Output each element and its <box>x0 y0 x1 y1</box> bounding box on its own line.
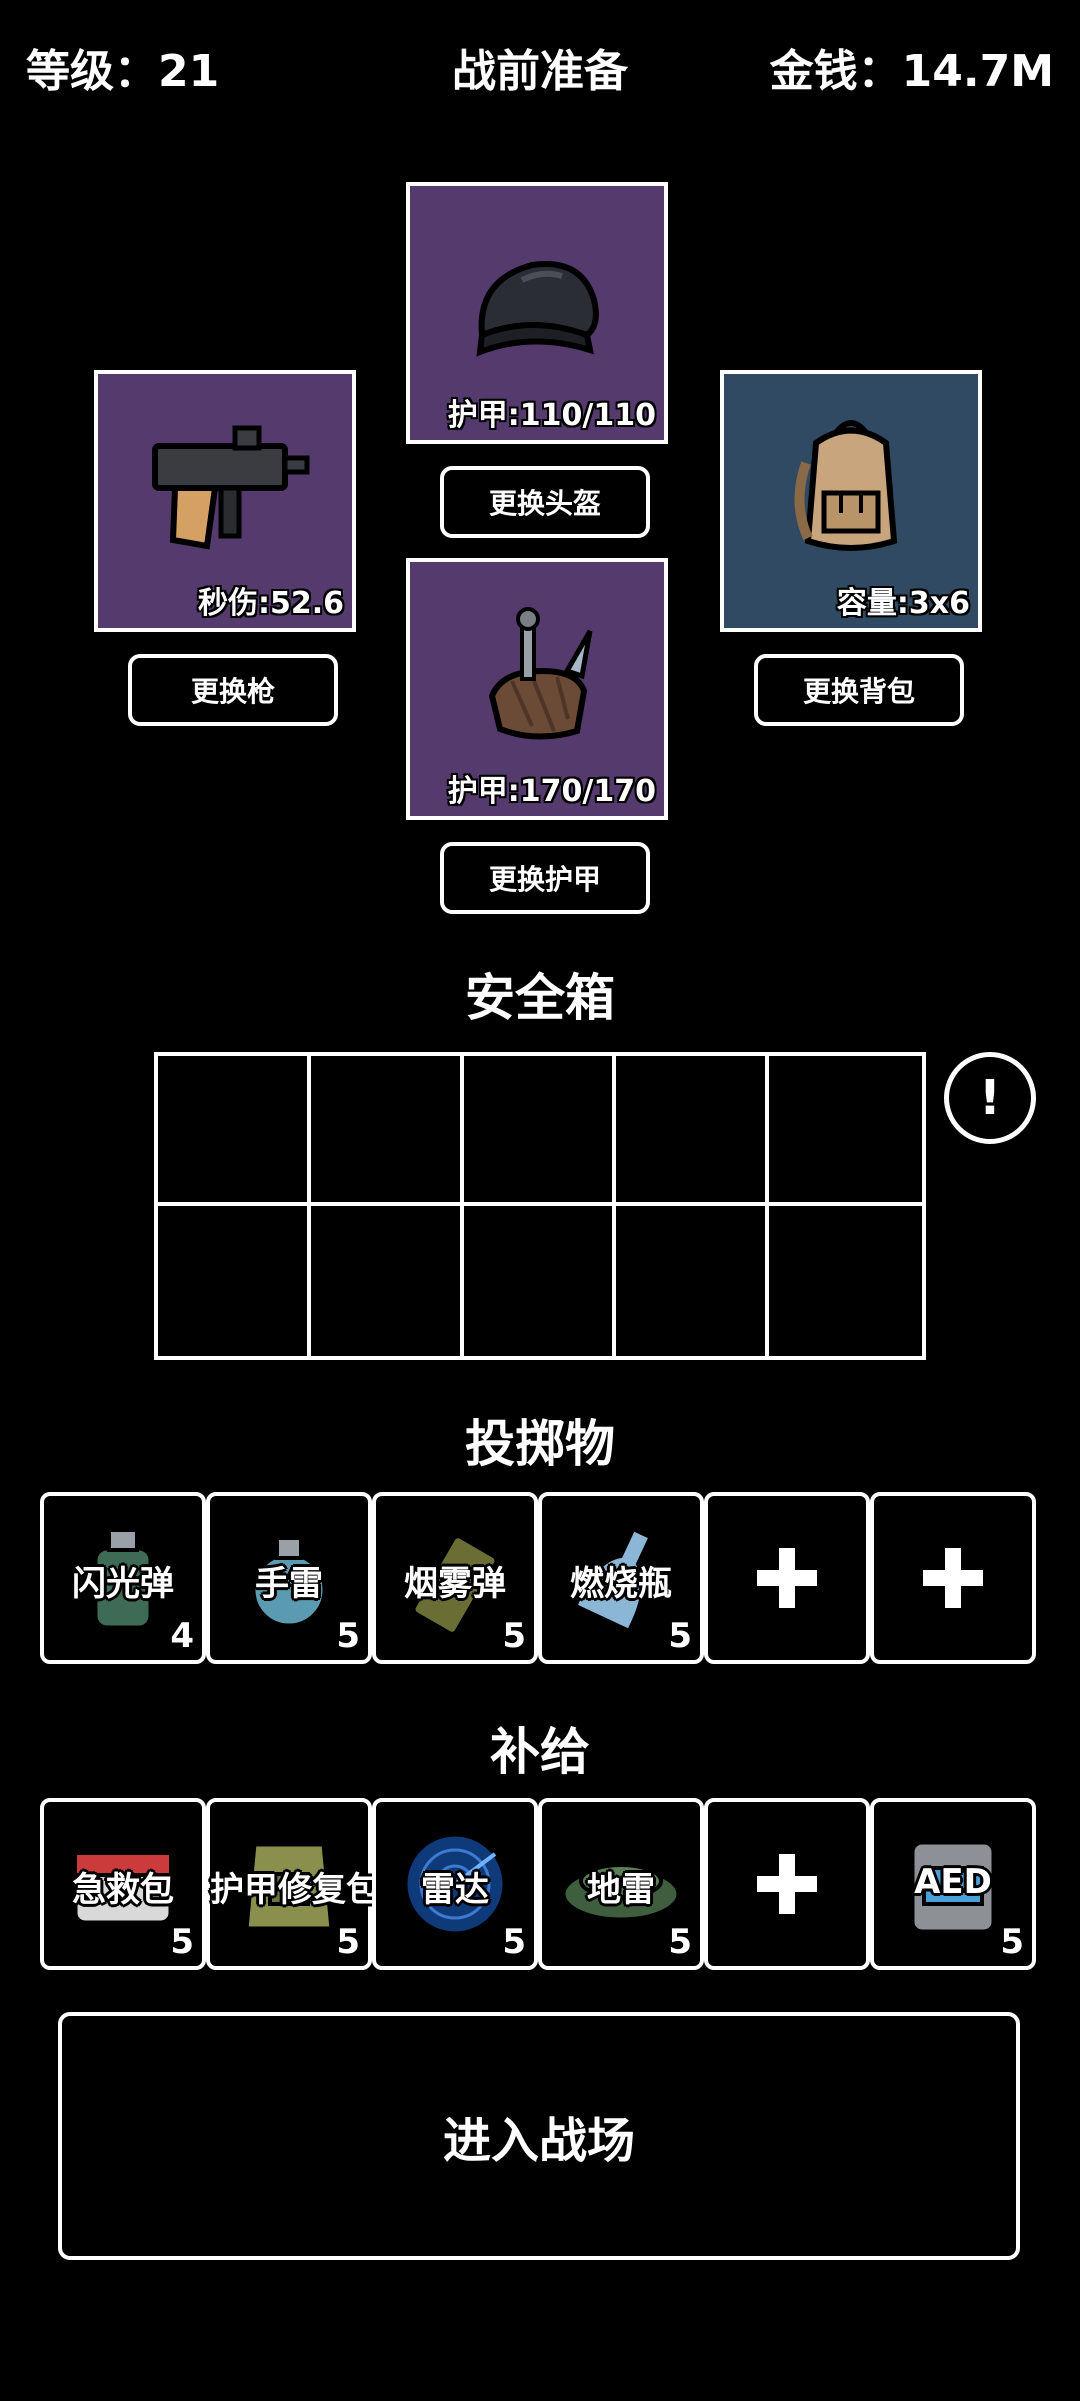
backpack-capacity-stat: 容量:3x6 <box>836 586 970 621</box>
armor-slot[interactable]: 护甲:170/170 <box>406 558 668 820</box>
item-count: 5 <box>1000 1922 1024 1962</box>
vest-armor-icon <box>488 607 593 740</box>
money-label: 金钱：14.7M <box>769 46 1054 97</box>
item-count: 5 <box>502 1616 526 1656</box>
enter-battlefield-button[interactable]: 进入战场 <box>58 2012 1020 2260</box>
safe-box-cell[interactable] <box>311 1206 464 1356</box>
throwable-slot-empty[interactable] <box>870 1492 1036 1664</box>
item-count: 5 <box>668 1616 692 1656</box>
item-name: 闪光弹 <box>72 1564 174 1604</box>
supply-slot-empty[interactable] <box>704 1798 870 1970</box>
add-icon <box>757 1854 817 1914</box>
gun-slot[interactable]: 秒伤:52.6 <box>94 370 356 632</box>
supply-slot-armor-repair[interactable]: 护甲修复包 5 <box>206 1798 380 1970</box>
throwable-slot-molotov[interactable]: 燃烧瓶 5 <box>538 1492 704 1664</box>
item-count: 5 <box>336 1922 360 1962</box>
item-count: 5 <box>336 1616 360 1656</box>
throwables-title: 投掷物 <box>465 1415 615 1473</box>
backpack-icon <box>794 420 898 552</box>
helmet-armor-stat: 护甲:110/110 <box>447 398 656 433</box>
safe-box-cell[interactable] <box>769 1056 922 1206</box>
safe-box-cell[interactable] <box>158 1056 311 1206</box>
beanie-hat-icon <box>476 261 599 357</box>
backpack-slot[interactable]: 容量:3x6 <box>720 370 982 632</box>
item-count: 4 <box>170 1616 194 1656</box>
item-count: 5 <box>502 1922 526 1962</box>
supply-slot-landmine[interactable]: 地雷 5 <box>538 1798 704 1970</box>
throwable-slot-empty[interactable] <box>704 1492 870 1664</box>
safe-box-title: 安全箱 <box>465 969 615 1027</box>
item-count: 5 <box>170 1922 194 1962</box>
change-armor-button[interactable]: 更换护甲 <box>440 842 650 914</box>
uzi-gun-icon <box>152 425 310 550</box>
add-icon <box>923 1548 983 1608</box>
safe-box-cell[interactable] <box>769 1206 922 1356</box>
item-name: 雷达 <box>421 1870 489 1910</box>
item-count: 5 <box>668 1922 692 1962</box>
safe-box-grid <box>154 1052 926 1360</box>
item-name: AED <box>914 1862 992 1902</box>
gun-dps-stat: 秒伤:52.6 <box>197 586 344 621</box>
supply-slot-radar[interactable]: 雷达 5 <box>372 1798 538 1970</box>
add-icon <box>757 1548 817 1608</box>
item-name: 地雷 <box>587 1870 655 1910</box>
change-gun-button[interactable]: 更换枪 <box>128 654 338 726</box>
change-backpack-button[interactable]: 更换背包 <box>754 654 964 726</box>
safe-box-cell[interactable] <box>310 1056 464 1206</box>
item-name: 烟雾弹 <box>404 1564 506 1604</box>
change-helmet-button[interactable]: 更换头盔 <box>440 466 650 538</box>
armor-stat: 护甲:170/170 <box>447 774 656 809</box>
item-name: 手雷 <box>255 1564 323 1604</box>
safe-box-cell[interactable] <box>616 1056 770 1206</box>
supplies-row: 急救包 5 护甲修复包 5 雷达 5 地雷 5 AED 5 <box>40 1798 1040 1970</box>
safe-box-info-button[interactable]: ! <box>944 1052 1036 1144</box>
supply-slot-aed[interactable]: AED 5 <box>870 1798 1036 1970</box>
throwable-slot-grenade[interactable]: 手雷 5 <box>206 1492 372 1664</box>
throwables-row: 闪光弹 4 手雷 5 烟雾弹 5 燃烧瓶 5 <box>40 1492 1040 1664</box>
item-name: 急救包 <box>72 1870 174 1910</box>
safe-box-cell[interactable] <box>158 1206 311 1356</box>
safe-box-cell[interactable] <box>616 1206 770 1356</box>
safe-box-cell[interactable] <box>464 1206 617 1356</box>
helmet-slot[interactable]: 护甲:110/110 <box>406 182 668 444</box>
throwable-slot-smoke[interactable]: 烟雾弹 5 <box>372 1492 538 1664</box>
throwable-slot-flashbang[interactable]: 闪光弹 4 <box>40 1492 206 1664</box>
item-name: 燃烧瓶 <box>570 1564 672 1604</box>
supplies-title: 补给 <box>490 1723 590 1781</box>
item-name: 护甲修复包 <box>210 1870 380 1910</box>
safe-box-cell[interactable] <box>463 1056 617 1206</box>
supply-slot-medkit[interactable]: 急救包 5 <box>40 1798 206 1970</box>
